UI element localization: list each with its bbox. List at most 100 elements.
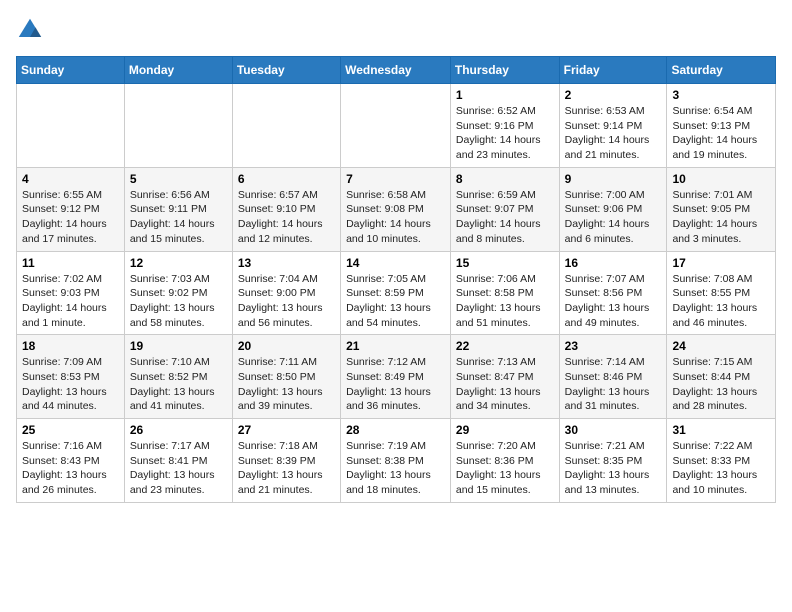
day-number: 18 bbox=[22, 339, 119, 353]
day-cell: 10 Sunrise: 7:01 AM Sunset: 9:05 PM Dayli… bbox=[667, 167, 776, 251]
day-info: Sunrise: 7:03 AM Sunset: 9:02 PM Dayligh… bbox=[130, 272, 227, 331]
day-cell: 4 Sunrise: 6:55 AM Sunset: 9:12 PM Daylig… bbox=[17, 167, 125, 251]
day-info: Sunrise: 7:15 AM Sunset: 8:44 PM Dayligh… bbox=[672, 355, 770, 414]
day-info: Sunrise: 6:57 AM Sunset: 9:10 PM Dayligh… bbox=[238, 188, 335, 247]
day-cell: 12Sunrise: 7:03 AM Sunset: 9:02 PM Dayli… bbox=[124, 251, 232, 335]
day-info: Sunrise: 6:56 AM Sunset: 9:11 PM Dayligh… bbox=[130, 188, 227, 247]
day-info: Sunrise: 6:59 AM Sunset: 9:07 PM Dayligh… bbox=[456, 188, 554, 247]
calendar-table: SundayMondayTuesdayWednesdayThursdayFrid… bbox=[16, 56, 776, 503]
col-header-friday: Friday bbox=[559, 57, 667, 84]
day-info: Sunrise: 7:07 AM Sunset: 8:56 PM Dayligh… bbox=[565, 272, 662, 331]
day-number: 14 bbox=[346, 256, 445, 270]
day-cell bbox=[341, 84, 451, 168]
day-cell: 15 Sunrise: 7:06 AM Sunset: 8:58 PM Dayli… bbox=[450, 251, 559, 335]
header-row: SundayMondayTuesdayWednesdayThursdayFrid… bbox=[17, 57, 776, 84]
day-number: 28 bbox=[346, 423, 445, 437]
day-cell: 29 Sunrise: 7:20 AM Sunset: 8:36 PM Dayli… bbox=[450, 419, 559, 503]
day-info: Sunrise: 7:11 AM Sunset: 8:50 PM Dayligh… bbox=[238, 355, 335, 414]
day-info: Sunrise: 7:06 AM Sunset: 8:58 PM Dayligh… bbox=[456, 272, 554, 331]
day-cell bbox=[17, 84, 125, 168]
day-info: Sunrise: 7:18 AM Sunset: 8:39 PM Dayligh… bbox=[238, 439, 335, 498]
day-info: Sunrise: 7:14 AM Sunset: 8:46 PM Dayligh… bbox=[565, 355, 662, 414]
day-number: 31 bbox=[672, 423, 770, 437]
week-row-2: 4 Sunrise: 6:55 AM Sunset: 9:12 PM Daylig… bbox=[17, 167, 776, 251]
day-cell: 21Sunrise: 7:12 AM Sunset: 8:49 PM Dayli… bbox=[341, 335, 451, 419]
logo-icon bbox=[16, 16, 44, 44]
day-info: Sunrise: 7:21 AM Sunset: 8:35 PM Dayligh… bbox=[565, 439, 662, 498]
day-number: 27 bbox=[238, 423, 335, 437]
day-number: 19 bbox=[130, 339, 227, 353]
day-info: Sunrise: 7:19 AM Sunset: 8:38 PM Dayligh… bbox=[346, 439, 445, 498]
day-number: 29 bbox=[456, 423, 554, 437]
day-cell: 1Sunrise: 6:52 AM Sunset: 9:16 PM Daylig… bbox=[450, 84, 559, 168]
day-cell bbox=[124, 84, 232, 168]
day-cell: 14 Sunrise: 7:05 AM Sunset: 8:59 PM Dayli… bbox=[341, 251, 451, 335]
day-info: Sunrise: 7:12 AM Sunset: 8:49 PM Dayligh… bbox=[346, 355, 445, 414]
col-header-sunday: Sunday bbox=[17, 57, 125, 84]
day-number: 7 bbox=[346, 172, 445, 186]
day-cell: 6 Sunrise: 6:57 AM Sunset: 9:10 PM Daylig… bbox=[232, 167, 340, 251]
logo bbox=[16, 16, 48, 44]
day-cell: 8 Sunrise: 6:59 AM Sunset: 9:07 PM Daylig… bbox=[450, 167, 559, 251]
day-cell: 7 Sunrise: 6:58 AM Sunset: 9:08 PM Daylig… bbox=[341, 167, 451, 251]
day-number: 13 bbox=[238, 256, 335, 270]
day-info: Sunrise: 7:00 AM Sunset: 9:06 PM Dayligh… bbox=[565, 188, 662, 247]
day-cell: 25Sunrise: 7:16 AM Sunset: 8:43 PM Dayli… bbox=[17, 419, 125, 503]
day-cell: 28 Sunrise: 7:19 AM Sunset: 8:38 PM Dayli… bbox=[341, 419, 451, 503]
day-number: 23 bbox=[565, 339, 662, 353]
day-number: 8 bbox=[456, 172, 554, 186]
day-number: 3 bbox=[672, 88, 770, 102]
day-cell: 2 Sunrise: 6:53 AM Sunset: 9:14 PM Daylig… bbox=[559, 84, 667, 168]
day-info: Sunrise: 7:05 AM Sunset: 8:59 PM Dayligh… bbox=[346, 272, 445, 331]
day-number: 9 bbox=[565, 172, 662, 186]
day-number: 11 bbox=[22, 256, 119, 270]
col-header-wednesday: Wednesday bbox=[341, 57, 451, 84]
day-cell: 26 Sunrise: 7:17 AM Sunset: 8:41 PM Dayli… bbox=[124, 419, 232, 503]
day-cell: 13 Sunrise: 7:04 AM Sunset: 9:00 PM Dayli… bbox=[232, 251, 340, 335]
day-info: Sunrise: 7:10 AM Sunset: 8:52 PM Dayligh… bbox=[130, 355, 227, 414]
day-info: Sunrise: 7:22 AM Sunset: 8:33 PM Dayligh… bbox=[672, 439, 770, 498]
day-number: 22 bbox=[456, 339, 554, 353]
week-row-4: 18 Sunrise: 7:09 AM Sunset: 8:53 PM Dayli… bbox=[17, 335, 776, 419]
day-cell: 5 Sunrise: 6:56 AM Sunset: 9:11 PM Daylig… bbox=[124, 167, 232, 251]
day-info: Sunrise: 7:09 AM Sunset: 8:53 PM Dayligh… bbox=[22, 355, 119, 414]
day-info: Sunrise: 7:13 AM Sunset: 8:47 PM Dayligh… bbox=[456, 355, 554, 414]
day-number: 24 bbox=[672, 339, 770, 353]
day-info: Sunrise: 7:16 AM Sunset: 8:43 PM Dayligh… bbox=[22, 439, 119, 498]
col-header-tuesday: Tuesday bbox=[232, 57, 340, 84]
day-info: Sunrise: 7:01 AM Sunset: 9:05 PM Dayligh… bbox=[672, 188, 770, 247]
day-info: Sunrise: 7:20 AM Sunset: 8:36 PM Dayligh… bbox=[456, 439, 554, 498]
day-number: 10 bbox=[672, 172, 770, 186]
day-number: 5 bbox=[130, 172, 227, 186]
day-cell: 3 Sunrise: 6:54 AM Sunset: 9:13 PM Daylig… bbox=[667, 84, 776, 168]
day-cell: 24 Sunrise: 7:15 AM Sunset: 8:44 PM Dayli… bbox=[667, 335, 776, 419]
day-number: 4 bbox=[22, 172, 119, 186]
day-info: Sunrise: 6:58 AM Sunset: 9:08 PM Dayligh… bbox=[346, 188, 445, 247]
day-number: 26 bbox=[130, 423, 227, 437]
day-info: Sunrise: 6:52 AM Sunset: 9:16 PM Dayligh… bbox=[456, 104, 554, 163]
day-info: Sunrise: 7:17 AM Sunset: 8:41 PM Dayligh… bbox=[130, 439, 227, 498]
day-info: Sunrise: 7:02 AM Sunset: 9:03 PM Dayligh… bbox=[22, 272, 119, 331]
day-number: 2 bbox=[565, 88, 662, 102]
page-header bbox=[16, 16, 776, 44]
day-cell: 18 Sunrise: 7:09 AM Sunset: 8:53 PM Dayli… bbox=[17, 335, 125, 419]
day-number: 6 bbox=[238, 172, 335, 186]
day-number: 20 bbox=[238, 339, 335, 353]
day-info: Sunrise: 6:54 AM Sunset: 9:13 PM Dayligh… bbox=[672, 104, 770, 163]
col-header-saturday: Saturday bbox=[667, 57, 776, 84]
day-info: Sunrise: 7:08 AM Sunset: 8:55 PM Dayligh… bbox=[672, 272, 770, 331]
day-number: 15 bbox=[456, 256, 554, 270]
day-cell: 30 Sunrise: 7:21 AM Sunset: 8:35 PM Dayli… bbox=[559, 419, 667, 503]
day-info: Sunrise: 6:55 AM Sunset: 9:12 PM Dayligh… bbox=[22, 188, 119, 247]
day-number: 17 bbox=[672, 256, 770, 270]
day-number: 30 bbox=[565, 423, 662, 437]
day-cell: 17 Sunrise: 7:08 AM Sunset: 8:55 PM Dayli… bbox=[667, 251, 776, 335]
day-cell: 9 Sunrise: 7:00 AM Sunset: 9:06 PM Daylig… bbox=[559, 167, 667, 251]
week-row-1: 1Sunrise: 6:52 AM Sunset: 9:16 PM Daylig… bbox=[17, 84, 776, 168]
day-info: Sunrise: 7:04 AM Sunset: 9:00 PM Dayligh… bbox=[238, 272, 335, 331]
day-info: Sunrise: 6:53 AM Sunset: 9:14 PM Dayligh… bbox=[565, 104, 662, 163]
day-cell: 22 Sunrise: 7:13 AM Sunset: 8:47 PM Dayli… bbox=[450, 335, 559, 419]
calendar-body: 1Sunrise: 6:52 AM Sunset: 9:16 PM Daylig… bbox=[17, 84, 776, 503]
day-cell bbox=[232, 84, 340, 168]
day-number: 16 bbox=[565, 256, 662, 270]
